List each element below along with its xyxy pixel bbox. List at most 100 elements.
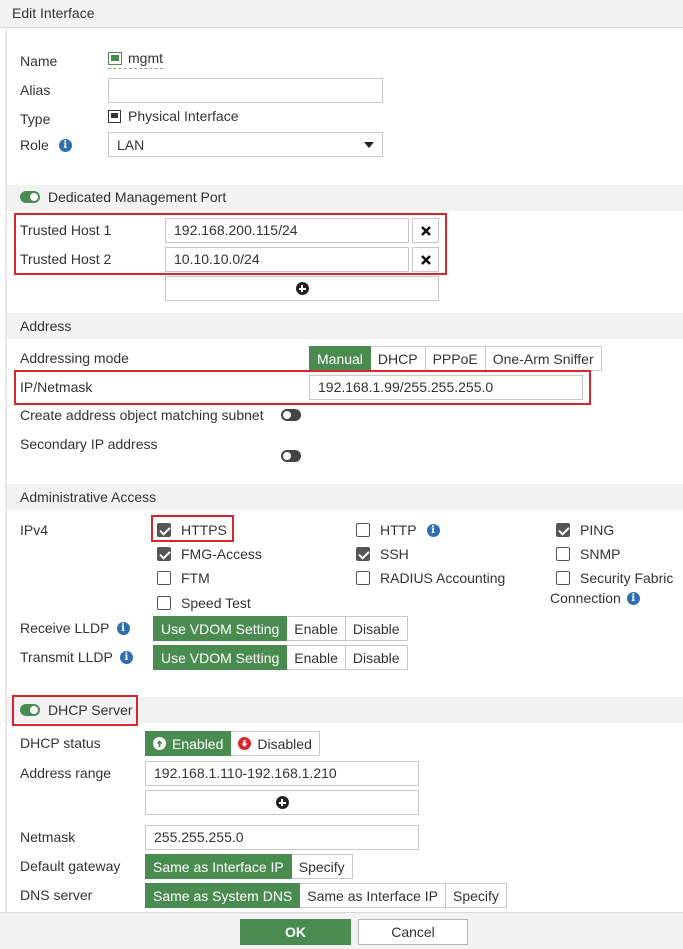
transmit-lldp-use-vdom-button[interactable]: Use VDOM Setting	[153, 645, 288, 670]
transmit-lldp-disable-button[interactable]: Disable	[345, 645, 408, 670]
trusted-host-2-input[interactable]: 10.10.10.0/24	[165, 247, 409, 272]
transmit-lldp-label-row: Transmit LLDP i	[20, 649, 133, 665]
address-range-label: Address range	[20, 765, 112, 781]
security-fabric-info-icon[interactable]: i	[626, 591, 640, 605]
ipv4-label: IPv4	[20, 522, 49, 538]
speed-test-label: Speed Test	[181, 595, 251, 611]
dhcp-server-toggle[interactable]	[20, 704, 40, 716]
physical-port-icon	[108, 109, 121, 123]
role-select[interactable]: LAN	[108, 132, 383, 157]
http-option[interactable]: HTTP i	[356, 522, 440, 538]
transmit-lldp-label: Transmit LLDP	[20, 649, 113, 665]
type-value: Physical Interface	[108, 108, 239, 124]
speed-test-option[interactable]: Speed Test	[157, 595, 251, 611]
addressing-mode-label: Addressing mode	[20, 350, 129, 366]
security-fabric-option[interactable]: Security Fabric	[556, 570, 673, 586]
address-section-bar	[7, 313, 683, 339]
ssh-checkbox[interactable]	[356, 547, 370, 561]
type-label: Type	[20, 111, 51, 127]
http-info-icon[interactable]: i	[426, 523, 440, 537]
snmp-option[interactable]: SNMP	[556, 546, 620, 562]
secondary-ip-toggle[interactable]	[281, 450, 301, 462]
role-label: Role	[20, 137, 49, 153]
dhcp-server-title: DHCP Server	[48, 702, 133, 718]
radius-accounting-option[interactable]: RADIUS Accounting	[356, 570, 505, 586]
alias-input[interactable]	[108, 78, 383, 103]
close-icon	[420, 254, 431, 265]
default-gateway-selector: Same as Interface IP Specify	[145, 854, 353, 879]
mode-manual-button[interactable]: Manual	[309, 346, 371, 371]
ping-option[interactable]: PING	[556, 522, 614, 538]
snmp-checkbox[interactable]	[556, 547, 570, 561]
ftm-option[interactable]: FTM	[157, 570, 210, 586]
ftm-checkbox[interactable]	[157, 571, 171, 585]
add-trusted-host-button[interactable]	[165, 276, 439, 301]
cancel-button[interactable]: Cancel	[358, 919, 468, 945]
dhcp-status-enabled-button[interactable]: Enabled	[145, 731, 232, 756]
snmp-label: SNMP	[580, 546, 621, 562]
receive-lldp-disable-button[interactable]: Disable	[345, 616, 408, 641]
dhcp-status-disabled-button[interactable]: Disabled	[231, 731, 320, 756]
radius-accounting-checkbox[interactable]	[356, 571, 370, 585]
dns-server-selector: Same as System DNS Same as Interface IP …	[145, 883, 507, 908]
dns-same-as-interface-button[interactable]: Same as Interface IP	[300, 883, 446, 908]
receive-lldp-info-icon[interactable]: i	[116, 621, 130, 635]
http-label: HTTP	[380, 522, 417, 538]
name-text: mgmt	[128, 50, 163, 66]
mode-pppoe-button[interactable]: PPPoE	[425, 346, 486, 371]
trusted-host-2-label: Trusted Host 2	[20, 251, 112, 267]
alias-label: Alias	[20, 82, 51, 98]
https-option[interactable]: HTTPS	[157, 522, 227, 538]
name-value: mgmt	[108, 50, 163, 69]
fmg-access-checkbox[interactable]	[157, 547, 171, 561]
remove-trusted-host-2-button[interactable]	[412, 247, 439, 272]
mgmt-port-toggle[interactable]	[20, 191, 40, 203]
role-selected: LAN	[117, 136, 145, 153]
fmg-access-label: FMG-Access	[181, 546, 262, 562]
addressing-mode-selector: Manual DHCP PPPoE One-Arm Sniffer	[309, 346, 602, 371]
transmit-lldp-enable-button[interactable]: Enable	[287, 645, 346, 670]
https-label: HTTPS	[181, 522, 227, 538]
ping-label: PING	[580, 522, 615, 538]
role-info-icon[interactable]: i	[58, 138, 72, 152]
add-address-range-button[interactable]	[145, 790, 419, 815]
dns-same-as-system-button[interactable]: Same as System DNS	[145, 883, 301, 908]
security-fabric-checkbox[interactable]	[556, 571, 570, 585]
ip-netmask-input[interactable]: 192.168.1.99/255.255.255.0	[309, 375, 583, 400]
receive-lldp-enable-button[interactable]: Enable	[287, 616, 346, 641]
ssh-option[interactable]: SSH	[356, 546, 409, 562]
address-range-input[interactable]: 192.168.1.110-192.168.1.210	[145, 761, 419, 786]
mode-dhcp-button[interactable]: DHCP	[370, 346, 426, 371]
dhcp-disabled-label: Disabled	[257, 735, 312, 752]
security-fabric-label-2: Connection	[550, 590, 621, 606]
fmg-access-option[interactable]: FMG-Access	[157, 546, 262, 562]
receive-lldp-label-row: Receive LLDP i	[20, 620, 130, 636]
dns-specify-button[interactable]: Specify	[446, 883, 507, 908]
close-icon	[420, 225, 431, 236]
trusted-host-1-input[interactable]: 192.168.200.115/24	[165, 218, 409, 243]
dns-server-label: DNS server	[20, 887, 93, 903]
security-fabric-label: Security Fabric	[580, 570, 674, 586]
gateway-specify-button[interactable]: Specify	[291, 854, 353, 879]
mode-one-arm-sniffer-button[interactable]: One-Arm Sniffer	[485, 346, 602, 371]
ok-button[interactable]: OK	[240, 919, 351, 945]
mgmt-port-header: Dedicated Management Port	[20, 189, 226, 205]
gateway-same-as-interface-button[interactable]: Same as Interface IP	[145, 854, 292, 879]
speed-test-checkbox[interactable]	[157, 596, 171, 610]
security-fabric-label-line2: Connection i	[550, 590, 640, 606]
create-address-object-toggle[interactable]	[281, 409, 301, 421]
http-checkbox[interactable]	[356, 523, 370, 537]
netmask-input[interactable]: 255.255.255.0	[145, 825, 419, 850]
receive-lldp-use-vdom-button[interactable]: Use VDOM Setting	[153, 616, 288, 641]
panel-border	[5, 30, 7, 920]
dhcp-enabled-label: Enabled	[172, 735, 224, 752]
mgmt-port-title: Dedicated Management Port	[48, 189, 227, 205]
arrow-up-circle-icon	[153, 737, 166, 750]
chevron-down-icon	[364, 141, 374, 148]
remove-trusted-host-1-button[interactable]	[412, 218, 439, 243]
plus-circle-icon	[295, 282, 309, 295]
https-checkbox[interactable]	[157, 523, 171, 537]
ping-checkbox[interactable]	[556, 523, 570, 537]
name-label: Name	[20, 53, 58, 69]
transmit-lldp-info-icon[interactable]: i	[119, 650, 133, 664]
